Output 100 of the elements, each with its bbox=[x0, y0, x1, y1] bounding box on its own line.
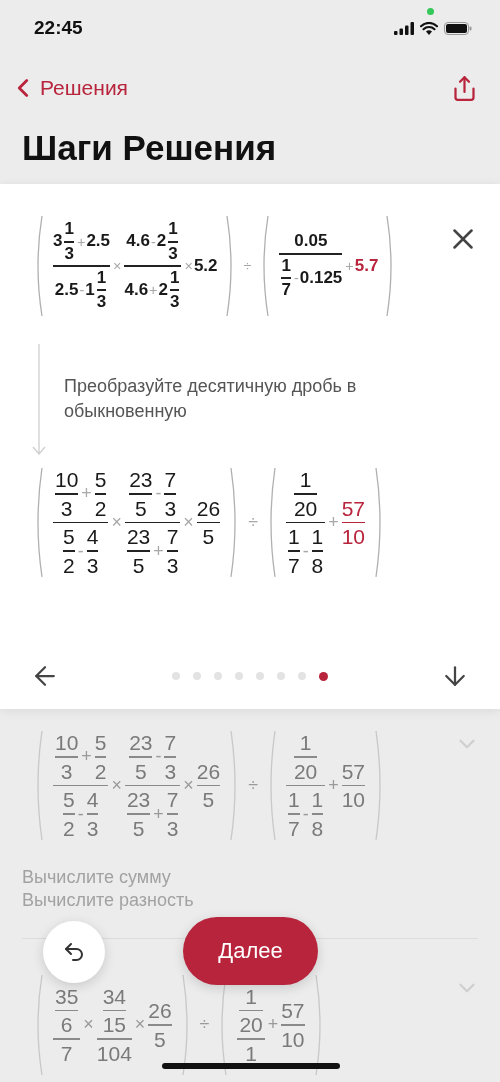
math-number: 10 bbox=[55, 731, 79, 755]
math-number: 1 bbox=[245, 984, 257, 1008]
math-number: 5 bbox=[94, 731, 107, 755]
operator-sign: - bbox=[302, 540, 309, 562]
math-number: 1 bbox=[96, 268, 107, 288]
math-number: 8 bbox=[311, 553, 324, 577]
parenthesis-icon bbox=[314, 974, 324, 1075]
math-number: 1 bbox=[299, 468, 312, 492]
math-number: 1 bbox=[281, 256, 291, 276]
math-number: 4.6 bbox=[126, 232, 150, 252]
math-number: 3 bbox=[96, 292, 107, 312]
math-number: 3 bbox=[86, 553, 99, 577]
math-number: 1 bbox=[85, 280, 95, 300]
math-number: 2 bbox=[94, 496, 107, 520]
math-number: 15 bbox=[102, 1013, 126, 1037]
undo-button[interactable] bbox=[43, 921, 105, 983]
operator-sign: - bbox=[77, 803, 84, 825]
math-number: 7 bbox=[281, 280, 291, 300]
operator-sign: - bbox=[79, 282, 85, 299]
math-number: 8 bbox=[311, 816, 324, 840]
operator-sign: + bbox=[76, 233, 86, 250]
step-arrow-icon bbox=[32, 344, 46, 456]
operator-sign: + bbox=[153, 803, 164, 825]
math-number: 3 bbox=[166, 816, 179, 840]
operator-sign: - bbox=[302, 803, 309, 825]
math-number: 10 bbox=[281, 1027, 305, 1051]
step-note: Вычислите разность bbox=[22, 888, 195, 912]
operator-sign: + bbox=[345, 258, 354, 274]
math-number: 2 bbox=[63, 553, 75, 577]
operator-sign: - bbox=[77, 540, 84, 562]
parenthesis-icon bbox=[34, 468, 43, 577]
math-number: 3 bbox=[86, 816, 99, 840]
parenthesis-icon bbox=[34, 216, 43, 316]
operator-sign: ÷ bbox=[248, 774, 258, 796]
math-number: 7 bbox=[166, 788, 179, 812]
math-number: 7 bbox=[287, 553, 300, 577]
operator-sign: - bbox=[155, 746, 162, 768]
math-number: 4.6 bbox=[124, 280, 149, 300]
math-number: 2.5 bbox=[54, 280, 79, 300]
operator-sign: - bbox=[155, 483, 162, 505]
math-number: 5 bbox=[202, 788, 215, 812]
operator-sign: ÷ bbox=[243, 258, 252, 274]
operator-sign: × bbox=[111, 774, 122, 796]
math-number: 5.2 bbox=[193, 256, 218, 276]
operator-sign: × bbox=[134, 1014, 146, 1036]
math-number: 5 bbox=[134, 759, 147, 783]
operator-sign: + bbox=[328, 511, 339, 533]
signal-icon bbox=[394, 21, 414, 35]
operator-sign: ÷ bbox=[248, 511, 258, 533]
math-number: 5.7 bbox=[354, 256, 379, 276]
operator-sign: + bbox=[267, 1014, 279, 1036]
math-number: 26 bbox=[196, 759, 221, 783]
parenthesis-icon bbox=[225, 216, 235, 316]
math-number: 4 bbox=[86, 788, 99, 812]
back-link[interactable]: Решения bbox=[8, 73, 128, 103]
math-number: 1 bbox=[287, 525, 300, 549]
parenthesis-icon bbox=[260, 216, 270, 316]
math-number: 1 bbox=[245, 1041, 257, 1065]
math-number: 5 bbox=[63, 788, 75, 812]
math-number: 3 bbox=[53, 232, 63, 252]
math-number: 104 bbox=[96, 1041, 132, 1065]
math-number: 3 bbox=[164, 759, 177, 783]
math-number: 5 bbox=[134, 496, 147, 520]
operator-sign: × bbox=[111, 511, 122, 533]
math-number: 2 bbox=[158, 280, 168, 300]
math-number: 1 bbox=[287, 788, 300, 812]
math-number: 2 bbox=[63, 816, 75, 840]
math-number: 7 bbox=[164, 468, 177, 492]
math-number: 20 bbox=[293, 759, 318, 783]
math-number: 2.5 bbox=[86, 232, 110, 252]
math-number: 10 bbox=[341, 525, 366, 549]
undo-icon bbox=[62, 940, 86, 964]
status-time: 22:45 bbox=[34, 17, 83, 39]
math-number: 23 bbox=[129, 731, 153, 755]
math-number: 1 bbox=[311, 525, 324, 549]
next-button[interactable]: Далее bbox=[183, 917, 318, 985]
operator-sign: + bbox=[328, 774, 339, 796]
math-number: 2 bbox=[156, 232, 167, 252]
math-number: 7 bbox=[164, 731, 177, 755]
math-number: 26 bbox=[148, 999, 172, 1023]
math-number: 3 bbox=[170, 292, 180, 312]
math-number: 1 bbox=[64, 220, 74, 240]
operator-sign: + bbox=[149, 282, 158, 299]
math-number: 5 bbox=[63, 525, 75, 549]
math-number: 1 bbox=[311, 788, 324, 812]
math-number: 35 bbox=[55, 984, 79, 1008]
battery-icon bbox=[444, 21, 472, 35]
parenthesis-icon bbox=[34, 731, 43, 840]
math-number: 6 bbox=[60, 1013, 73, 1037]
math-number: 0.125 bbox=[299, 268, 343, 288]
operator-sign: ÷ bbox=[199, 1014, 210, 1036]
math-number: 7 bbox=[60, 1041, 73, 1065]
math-number: 7 bbox=[287, 816, 300, 840]
math-number: 34 bbox=[102, 984, 126, 1008]
math-number: 23 bbox=[129, 468, 153, 492]
math-number: 4 bbox=[86, 525, 99, 549]
operator-sign: + bbox=[81, 746, 92, 768]
operator-sign: × bbox=[83, 1014, 94, 1036]
indicator-dot-icon bbox=[427, 7, 434, 15]
math-number: 0.05 bbox=[294, 232, 328, 252]
